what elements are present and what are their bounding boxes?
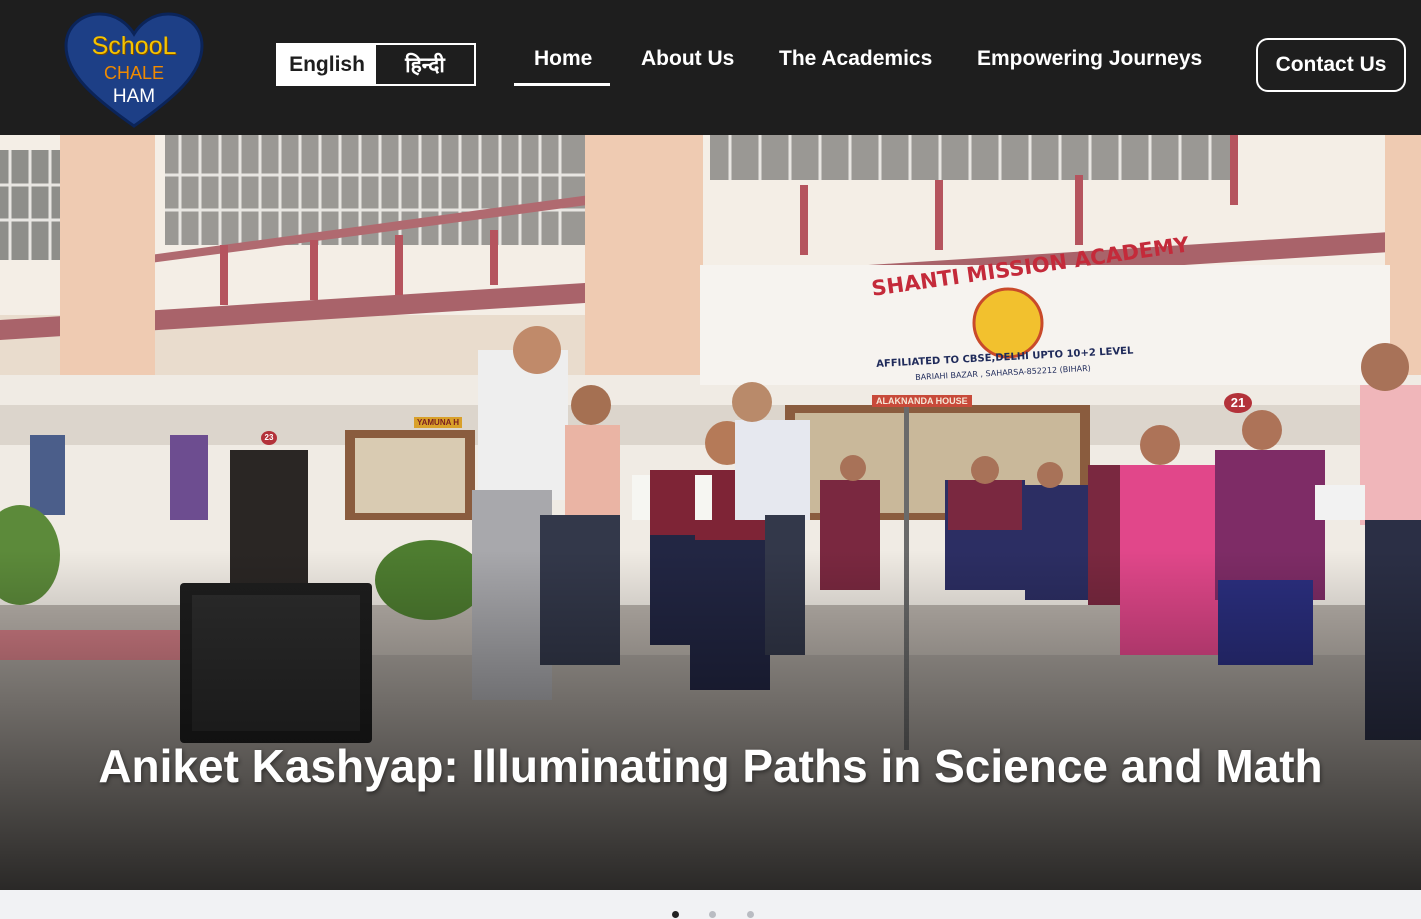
carousel-dot-3[interactable] — [747, 911, 754, 918]
room-number-right: 21 — [1224, 393, 1252, 413]
logo-text-school: SchooL — [91, 32, 177, 60]
nav-active-underline — [514, 83, 610, 86]
room-number-left: 23 — [261, 431, 277, 445]
nav-the-academics[interactable]: The Academics — [779, 47, 932, 71]
nav-about-us[interactable]: About Us — [641, 47, 734, 71]
house-sign: ALAKNANDA HOUSE — [872, 395, 972, 407]
hero-caption: Aniket Kashyap: Illuminating Paths in Sc… — [98, 740, 1323, 792]
contact-us-button[interactable]: Contact Us — [1256, 38, 1406, 92]
carousel-dot-2[interactable] — [709, 911, 716, 918]
language-hindi-button[interactable]: हिन्दी — [376, 45, 474, 84]
carousel-dot-1[interactable] — [672, 911, 679, 918]
nav-empowering-journeys[interactable]: Empowering Journeys — [977, 47, 1202, 71]
house-sign-left: YAMUNA H — [414, 417, 463, 428]
language-switcher: English हिन्दी — [276, 43, 476, 86]
nav-home[interactable]: Home — [534, 47, 592, 71]
language-english-button[interactable]: English — [278, 45, 376, 84]
carousel-indicators — [0, 909, 1421, 919]
logo-text-chale: CHALE — [103, 63, 165, 83]
site-header: SchooL CHALE HAM English हिन्दी Home Abo… — [0, 0, 1421, 135]
school-chale-ham-logo[interactable]: SchooL CHALE HAM — [64, 12, 204, 130]
logo-text-ham: HAM — [112, 86, 156, 107]
